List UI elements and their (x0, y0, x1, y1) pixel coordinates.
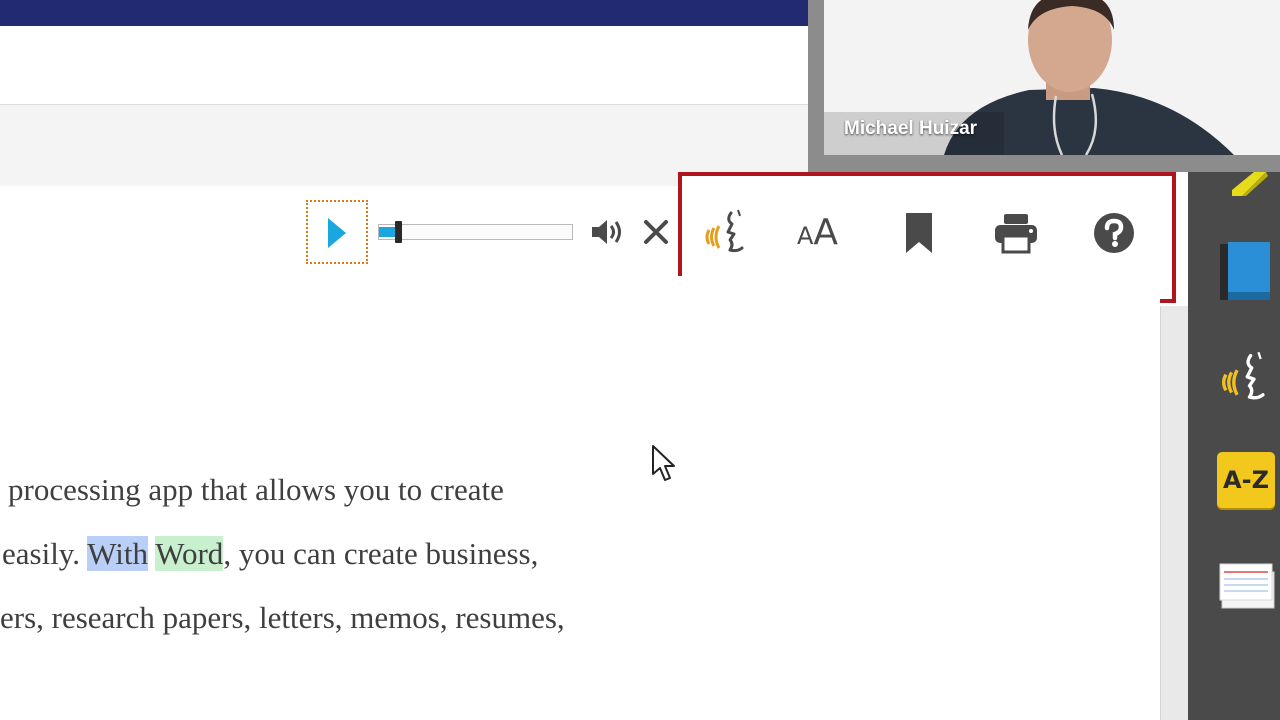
webcam-overlay: Michael Huizar (808, 0, 1280, 172)
volume-button[interactable] (590, 216, 626, 253)
dock-dictionary-button[interactable]: A-Z (1217, 452, 1275, 508)
notecards-icon (1219, 563, 1275, 609)
play-button[interactable] (306, 200, 368, 264)
printer-icon (995, 214, 1037, 254)
highlighted-word-sentence: Word (155, 536, 224, 571)
text-line-2: easily. With Word, you can create busine… (2, 536, 538, 572)
dock-text-to-speech-button[interactable] (1220, 350, 1270, 411)
bookmark-button[interactable] (905, 212, 933, 259)
close-player-button[interactable] (642, 218, 670, 251)
highlighted-word-current: With (87, 536, 148, 571)
mouse-pointer (651, 444, 679, 489)
arrow-cursor-icon (652, 445, 675, 481)
help-icon (1094, 213, 1134, 253)
highlighter-icon (1232, 172, 1268, 196)
text-line-1: processing app that allows you to create (8, 472, 504, 507)
bookmark-icon (906, 213, 932, 253)
play-icon (328, 218, 346, 248)
book-icon (1220, 242, 1270, 300)
webcam-video: Michael Huizar (824, 0, 1280, 155)
text-size-small-a: A (797, 222, 814, 250)
text-to-speech-button[interactable] (704, 208, 748, 263)
content-scrollbar[interactable] (1160, 306, 1189, 720)
text-line-3: ers, research papers, letters, memos, re… (0, 600, 565, 635)
close-icon (644, 220, 668, 244)
dock-notecards-button[interactable] (1218, 560, 1276, 617)
text-size-large-a: A (813, 212, 839, 253)
text-size-button[interactable]: AA (797, 212, 838, 253)
speaking-head-icon (705, 209, 744, 253)
dock-book-button[interactable] (1218, 240, 1272, 307)
audio-progress-thumb[interactable] (395, 221, 403, 243)
participant-name: Michael Huizar (844, 118, 978, 139)
line2-before: easily. (2, 536, 88, 571)
print-button[interactable] (993, 212, 1039, 259)
line2-after: , you can create business, (223, 536, 539, 571)
app-top-bar (0, 0, 808, 26)
help-button[interactable] (1093, 212, 1135, 259)
audio-progress-slider[interactable] (378, 221, 573, 243)
volume-icon (592, 220, 621, 244)
speaking-head-icon (1222, 351, 1265, 400)
dock-highlighter-button[interactable] (1228, 172, 1268, 201)
